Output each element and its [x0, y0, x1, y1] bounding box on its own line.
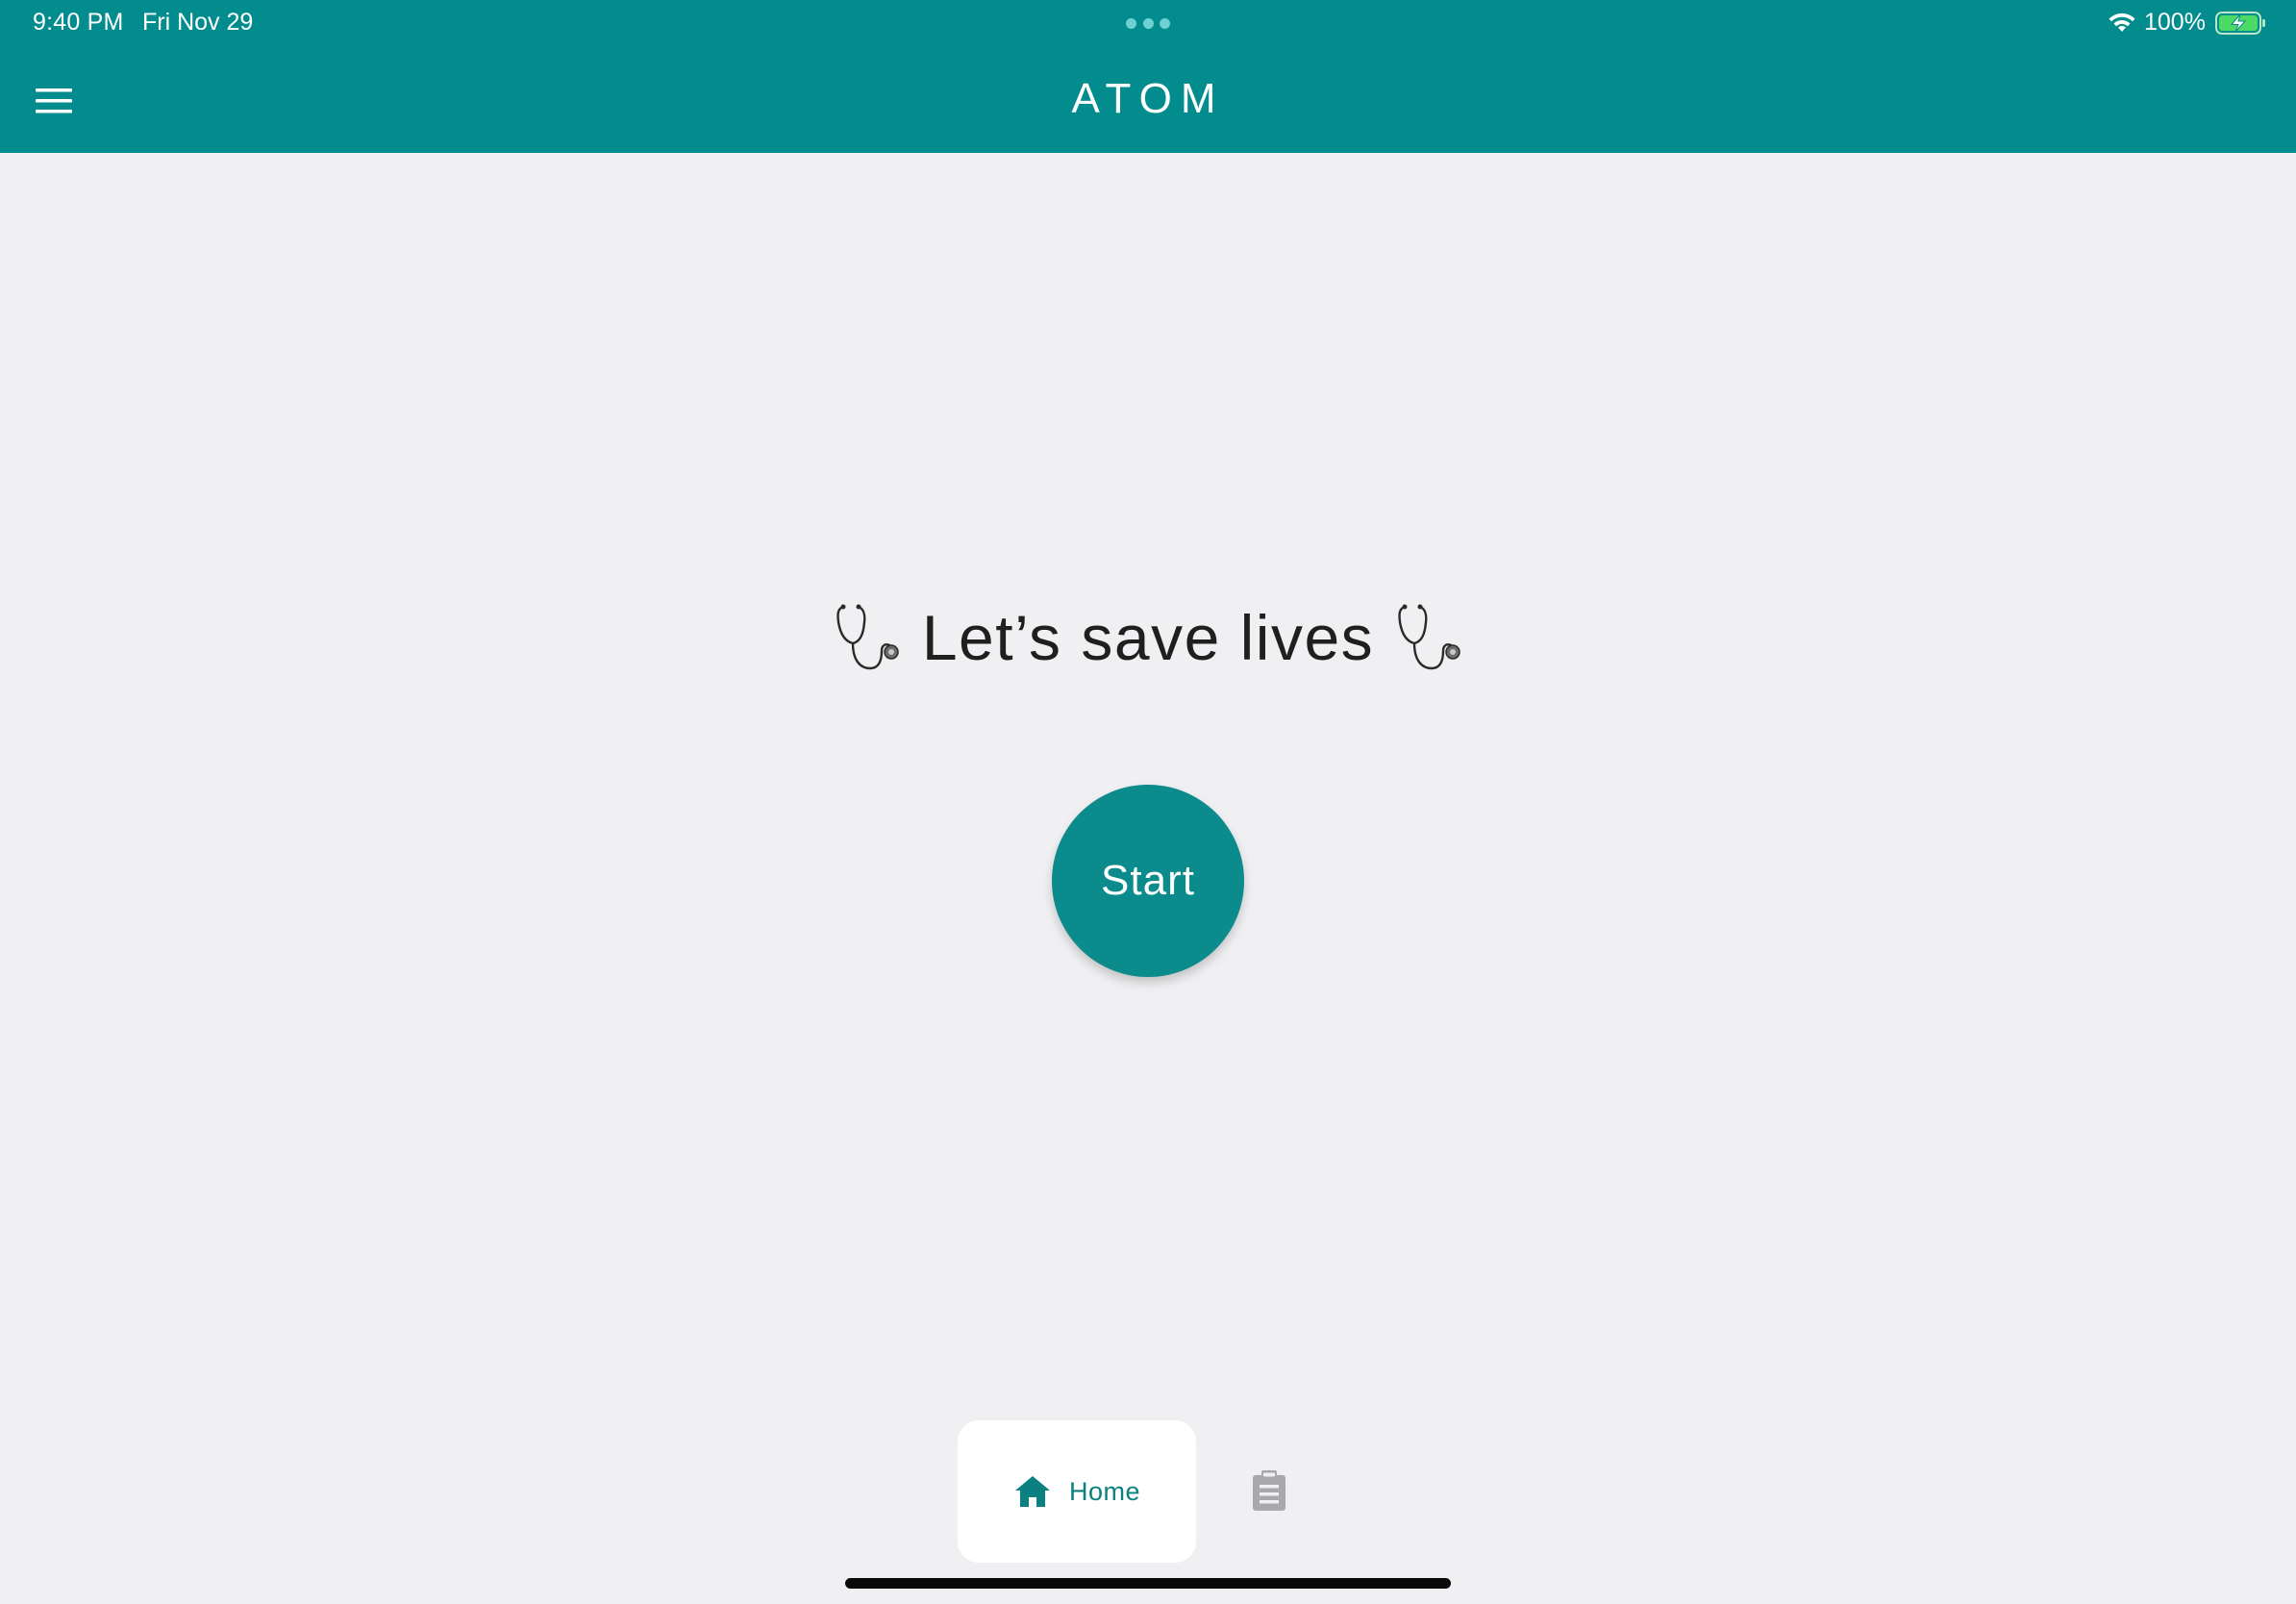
- dot: [1126, 17, 1136, 29]
- wifi-icon: [2109, 13, 2135, 32]
- dot: [1142, 17, 1154, 29]
- battery-charging-icon: [2215, 12, 2265, 35]
- app-header: 9:40 PM Fri Nov 29 100% ATOM: [0, 0, 2296, 153]
- clipboard-icon: [1253, 1470, 1285, 1511]
- status-date: Fri Nov 29: [142, 9, 254, 36]
- app-title: ATOM: [1071, 75, 1225, 122]
- nav-tab-records[interactable]: [1240, 1462, 1298, 1519]
- stethoscope-icon: [836, 604, 899, 670]
- home-icon: [1014, 1476, 1050, 1507]
- status-time: 9:40 PM: [33, 9, 124, 36]
- stethoscope-icon: [1398, 604, 1460, 670]
- app-screen: 9:40 PM Fri Nov 29 100% ATOM Let’s save …: [0, 0, 2296, 1604]
- nav-tab-home[interactable]: Home: [958, 1420, 1196, 1563]
- battery-percentage: 100%: [2144, 9, 2206, 36]
- hero-text: Let’s save lives: [921, 602, 1375, 673]
- home-indicator[interactable]: [845, 1578, 1451, 1589]
- hero-heading: Let’s save lives: [0, 601, 2296, 674]
- nav-tab-home-label: Home: [1068, 1476, 1141, 1506]
- status-bar: 9:40 PM Fri Nov 29 100%: [0, 0, 2296, 44]
- multitasking-handle[interactable]: [1126, 17, 1170, 29]
- start-button[interactable]: Start: [1052, 785, 1244, 977]
- dot: [1160, 17, 1170, 29]
